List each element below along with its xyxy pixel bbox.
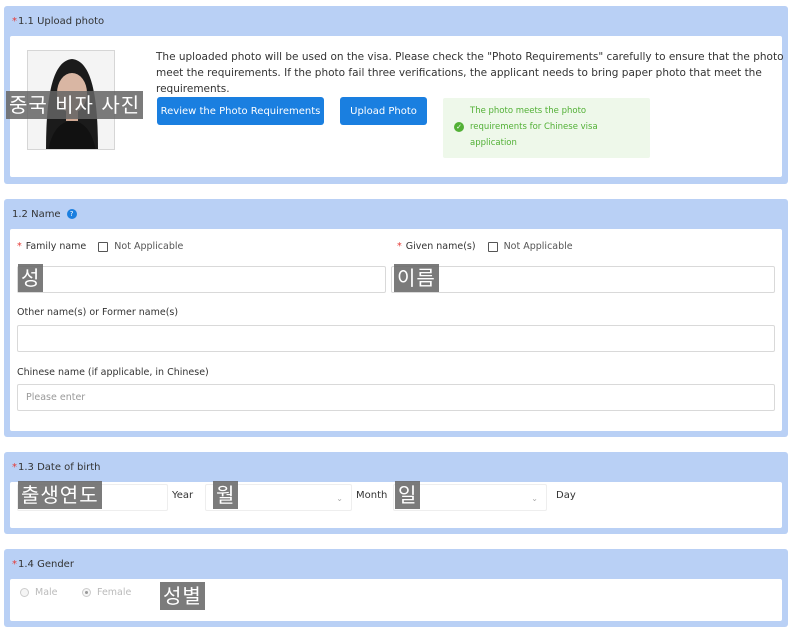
family-name-label: * Family name Not Applicable bbox=[17, 241, 184, 252]
day-unit: Day bbox=[556, 490, 576, 501]
other-name-input[interactable] bbox=[17, 325, 775, 352]
overlay-label-year: 출생연도 bbox=[18, 481, 102, 509]
chevron-down-icon: ⌄ bbox=[336, 494, 343, 503]
required-mark: * bbox=[12, 15, 17, 27]
overlay-label-given: 이름 bbox=[394, 264, 439, 292]
given-not-applicable-label: Not Applicable bbox=[503, 241, 573, 252]
overlay-label-photo: 중국 비자 사진 bbox=[6, 91, 144, 119]
section-header: * 1.4 Gender bbox=[12, 558, 74, 570]
check-circle-icon: ✓ bbox=[454, 122, 464, 132]
given-name-input[interactable] bbox=[391, 266, 775, 293]
radio-icon bbox=[20, 588, 29, 597]
chevron-down-icon: ⌄ bbox=[531, 494, 538, 503]
name-section: 1.2 Name ? * Family name Not Applicable … bbox=[4, 199, 788, 437]
upload-photo-button[interactable]: Upload Photo bbox=[340, 97, 427, 125]
photo-status-box: ✓ The photo meets the photo requirements… bbox=[443, 98, 650, 158]
family-not-applicable-checkbox[interactable] bbox=[98, 241, 109, 252]
overlay-label-family: 성 bbox=[18, 264, 44, 292]
chinese-name-input[interactable]: Please enter bbox=[17, 384, 775, 411]
chinese-name-label: Chinese name (if applicable, in Chinese) bbox=[17, 367, 209, 378]
year-unit: Year bbox=[172, 490, 194, 501]
family-name-input[interactable] bbox=[17, 266, 386, 293]
radio-selected-icon bbox=[82, 588, 91, 597]
help-icon[interactable]: ? bbox=[66, 209, 77, 219]
photo-description: The uploaded photo will be used on the v… bbox=[156, 51, 784, 95]
given-not-applicable-checkbox[interactable] bbox=[487, 241, 498, 252]
section-title: 1.2 Name bbox=[12, 208, 61, 220]
section-title: 1.1 Upload photo bbox=[18, 15, 105, 27]
section-header: * 1.3 Date of birth bbox=[12, 461, 101, 473]
month-unit: Month bbox=[356, 490, 388, 501]
section-body: * Family name Not Applicable * Given nam… bbox=[10, 229, 782, 431]
section-header: * 1.1 Upload photo bbox=[10, 6, 782, 36]
section-title: 1.3 Date of birth bbox=[18, 461, 101, 473]
overlay-label-day: 일 bbox=[395, 481, 421, 509]
overlay-label-month: 월 bbox=[213, 481, 239, 509]
given-name-label: * Given name(s) Not Applicable bbox=[397, 241, 573, 252]
gender-female-radio[interactable]: Female bbox=[82, 587, 131, 598]
section-title: 1.4 Gender bbox=[18, 558, 74, 570]
overlay-label-gender: 성별 bbox=[160, 582, 205, 610]
family-not-applicable-label: Not Applicable bbox=[114, 241, 184, 252]
gender-section: * 1.4 Gender Male Female bbox=[4, 549, 788, 627]
gender-male-radio[interactable]: Male bbox=[20, 587, 58, 598]
review-photo-requirements-button[interactable]: Review the Photo Requirements bbox=[157, 97, 324, 125]
photo-status-text: The photo meets the photo requirements f… bbox=[470, 106, 598, 148]
section-header: 1.2 Name ? bbox=[10, 199, 782, 229]
section-body: Male Female bbox=[10, 579, 782, 621]
other-name-label: Other name(s) or Former name(s) bbox=[17, 307, 179, 318]
